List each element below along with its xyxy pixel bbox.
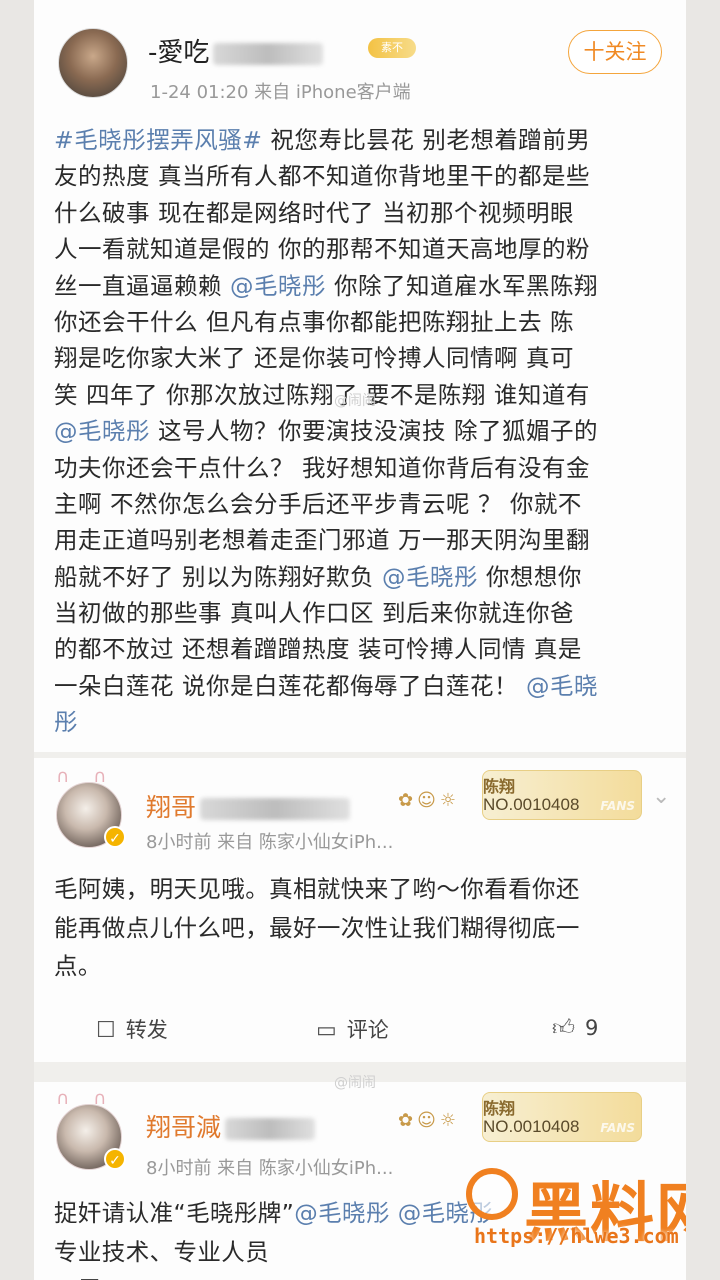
- text-line: @毛晓彤 这号人物？你要演技没演技 除了狐媚子的: [54, 413, 670, 449]
- mention-link[interactable]: @毛晓: [526, 672, 598, 700]
- commenter-name[interactable]: 翔哥: [146, 788, 351, 824]
- fans-badge-logo: FANS: [600, 1121, 635, 1135]
- comment-meta: 8小时前 来自 陈家小仙女iPh...: [146, 832, 394, 853]
- text-line: 人一看就知道是假的 你的那帮不知道天高地厚的粉: [54, 231, 670, 267]
- text-segment: 用走正道吗别老想着走歪门邪道 万一那天阴沟里翻: [54, 526, 590, 555]
- text-line: 你还会干什么 但凡有点事你都能把陈翔扯上去 陈: [54, 304, 670, 340]
- author-name-text: -愛吃: [148, 38, 210, 68]
- post-body: #毛晓彤摆弄风骚# 祝您寿比昙花 别老想着蹭前男友的热度 真当所有人都不知道你背…: [54, 122, 670, 741]
- watermark-url: https://hlwe3.com: [474, 1224, 679, 1248]
- like-count: 9: [585, 1016, 599, 1040]
- mention-link[interactable]: @毛晓彤: [230, 272, 326, 300]
- weibo-post-page: -愛吃 素不 1-24 01:20 来自 iPhone客户端 十关注 #毛晓彤摆…: [34, 0, 686, 1280]
- user-badge-icons: ✿☺☼: [398, 1110, 460, 1131]
- text-segment: 船就不好了 别以为陈翔好欺负: [54, 562, 382, 591]
- text-segment: 一朵白莲花 说你是白莲花都侮辱了白莲花！: [54, 671, 526, 700]
- fans-badge-name: 陈翔: [483, 777, 516, 796]
- blurred-name-part: [225, 1118, 316, 1140]
- text-line: 的都不放过 还想着蹭蹭热度 装可怜搏人同情 真是: [54, 631, 670, 667]
- faint-watermark: @闹闹: [334, 393, 376, 409]
- chevron-down-icon[interactable]: ⌄: [652, 784, 670, 809]
- mention-link[interactable]: @毛晓彤: [294, 1199, 390, 1227]
- author-name[interactable]: -愛吃: [148, 32, 324, 69]
- text-line: 只需: [54, 1271, 670, 1280]
- fans-badge-number: NO.0010408: [483, 1117, 580, 1136]
- text-line: 船就不好了 别以为陈翔好欺负 @毛晓彤 你想想你: [54, 559, 670, 595]
- text-line: 当初做的那些事 真叫人作口区 到后来你就连你爸: [54, 595, 670, 631]
- text-segment: 祝您寿比昙花 别老想着蹭前男: [262, 126, 591, 154]
- text-line: 友的热度 真当所有人都不知道你背地里干的都是些: [54, 158, 670, 194]
- mention-link[interactable]: @毛晓彤: [382, 563, 478, 591]
- fans-badge-logo: FANS: [600, 799, 635, 813]
- text-segment: 能再做点儿什么吧，最好一次性让我们糊得彻底一: [54, 913, 580, 942]
- fans-badge-number: NO.0010408: [483, 795, 580, 814]
- repost-button[interactable]: ☐ 转发: [96, 1014, 168, 1044]
- text-segment: 主啊 不然你怎么会分手后还平步青云呢 ？ 你就不: [54, 489, 582, 518]
- text-segment: 的都不放过 还想着蹭蹭热度 装可怜搏人同情 真是: [54, 635, 582, 664]
- verified-icon: ✓: [104, 826, 126, 848]
- text-line: #毛晓彤摆弄风骚# 祝您寿比昙花 别老想着蹭前男: [54, 122, 670, 158]
- fans-badge-name: 陈翔: [483, 1099, 516, 1118]
- text-line: 能再做点儿什么吧，最好一次性让我们糊得彻底一: [54, 909, 670, 948]
- comment-item: ∩∩ ✓ 翔哥 ✿☺☼ 陈翔 NO.0010408 FANS ⌄ 8小时前 来自…: [34, 760, 686, 1000]
- repost-label: 转发: [125, 1018, 168, 1042]
- author-avatar[interactable]: [58, 28, 128, 98]
- text-line: 用走正道吗别老想着走歪门邪道 万一那天阴沟里翻: [54, 522, 670, 558]
- commenter-name-text: 翔哥: [146, 793, 197, 822]
- text-segment: 人一看就知道是假的 你的那帮不知道天高地厚的粉: [54, 235, 590, 264]
- text-segment: 只需: [54, 1276, 102, 1280]
- blurred-name-part: [213, 42, 324, 65]
- text-segment: 什么破事 现在都是网络时代了 当初那个视频明眼: [54, 198, 574, 227]
- text-line: 主啊 不然你怎么会分手后还平步青云呢 ？ 你就不: [54, 486, 670, 522]
- repost-icon: ☐: [96, 1018, 116, 1043]
- comment-button[interactable]: ▭ 评论: [316, 1014, 389, 1044]
- blurred-name-part: [200, 798, 351, 820]
- text-segment: 你除了知道雇水军黑陈翔: [325, 271, 598, 300]
- text-line: 毛阿姨，明天见哦。真相就快来了哟～你看看你还: [54, 870, 670, 909]
- text-segment: 翔是吃你家大米了 还是你装可怜搏人同情啊 真可: [54, 344, 574, 373]
- section-divider: [34, 752, 686, 758]
- text-segment: 当初做的那些事 真叫人作口区 到后来你就连你爸: [54, 599, 574, 628]
- thumbs-up-icon: 👍︎: [552, 1016, 575, 1041]
- commenter-name-text: 翔哥減: [146, 1113, 222, 1142]
- text-line: 彤: [54, 704, 670, 740]
- post-meta: 1-24 01:20 来自 iPhone客户端: [150, 82, 411, 103]
- text-segment: 友的热度 真当所有人都不知道你背地里干的都是些: [54, 162, 590, 191]
- watermark-logo-icon: [466, 1168, 518, 1220]
- user-badge-icons: ✿☺☼: [398, 790, 460, 811]
- commenter-name[interactable]: 翔哥減: [146, 1108, 316, 1144]
- text-line: 点。: [54, 947, 670, 986]
- comment-text: 毛阿姨，明天见哦。真相就快来了哟～你看看你还 能再做点儿什么吧，最好一次性让我们糊…: [54, 870, 670, 986]
- comment-label: 评论: [346, 1018, 389, 1042]
- follow-button[interactable]: 十关注: [568, 30, 662, 74]
- mention-link[interactable]: @毛晓彤: [54, 417, 150, 445]
- comment-icon: ▭: [316, 1018, 337, 1043]
- text-line: 丝一直逼逼赖赖 @毛晓彤 你除了知道雇水军黑陈翔: [54, 268, 670, 304]
- post-header: -愛吃 素不 1-24 01:20 来自 iPhone客户端 十关注: [34, 0, 686, 110]
- text-line: 翔是吃你家大米了 还是你装可怜搏人同情啊 真可: [54, 340, 670, 376]
- text-segment: 毛阿姨，明天见哦。真相就快来了哟～你看看你还: [54, 875, 580, 903]
- text-segment: 丝一直逼逼赖赖: [54, 271, 230, 300]
- text-segment: 点。: [54, 952, 102, 980]
- text-line: 什么破事 现在都是网络时代了 当初那个视频明眼: [54, 195, 670, 231]
- text-line: 功夫你还会干点什么？ 我好想知道你背后有没有金: [54, 450, 670, 486]
- mention-link[interactable]: #毛晓彤摆弄风骚#: [54, 126, 262, 154]
- text-segment: 捉奸请认准“毛晓彤牌”: [54, 1199, 295, 1227]
- text-segment: 你想想你: [477, 562, 582, 591]
- mention-link[interactable]: 彤: [54, 708, 78, 736]
- text-segment: 你还会干什么 但凡有点事你都能把陈翔扯上去 陈: [54, 307, 574, 336]
- text-segment: 功夫你还会干点什么？ 我好想知道你背后有没有金: [54, 453, 590, 482]
- verified-icon: ✓: [104, 1148, 126, 1170]
- like-button[interactable]: 👍︎ 9: [552, 1014, 598, 1041]
- text-segment: 专业技术、专业人员: [54, 1237, 270, 1266]
- text-segment: 笑 四年了 你那次放过陈翔了 要不是陈翔 谁知道有: [54, 380, 590, 409]
- post-action-bar: ☐ 转发 ▭ 评论 👍︎ 9: [34, 1000, 686, 1058]
- fans-badge[interactable]: 陈翔 NO.0010408 FANS: [482, 770, 642, 820]
- comment-meta: 8小时前 来自 陈家小仙女iPh...: [146, 1158, 394, 1179]
- text-line: 一朵白莲花 说你是白莲花都侮辱了白莲花！ @毛晓: [54, 668, 670, 704]
- vip-badge: 素不: [368, 38, 416, 58]
- text-segment: 这号人物？你要演技没演技 除了狐媚子的: [150, 417, 598, 446]
- fans-badge[interactable]: 陈翔 NO.0010408 FANS: [482, 1092, 642, 1142]
